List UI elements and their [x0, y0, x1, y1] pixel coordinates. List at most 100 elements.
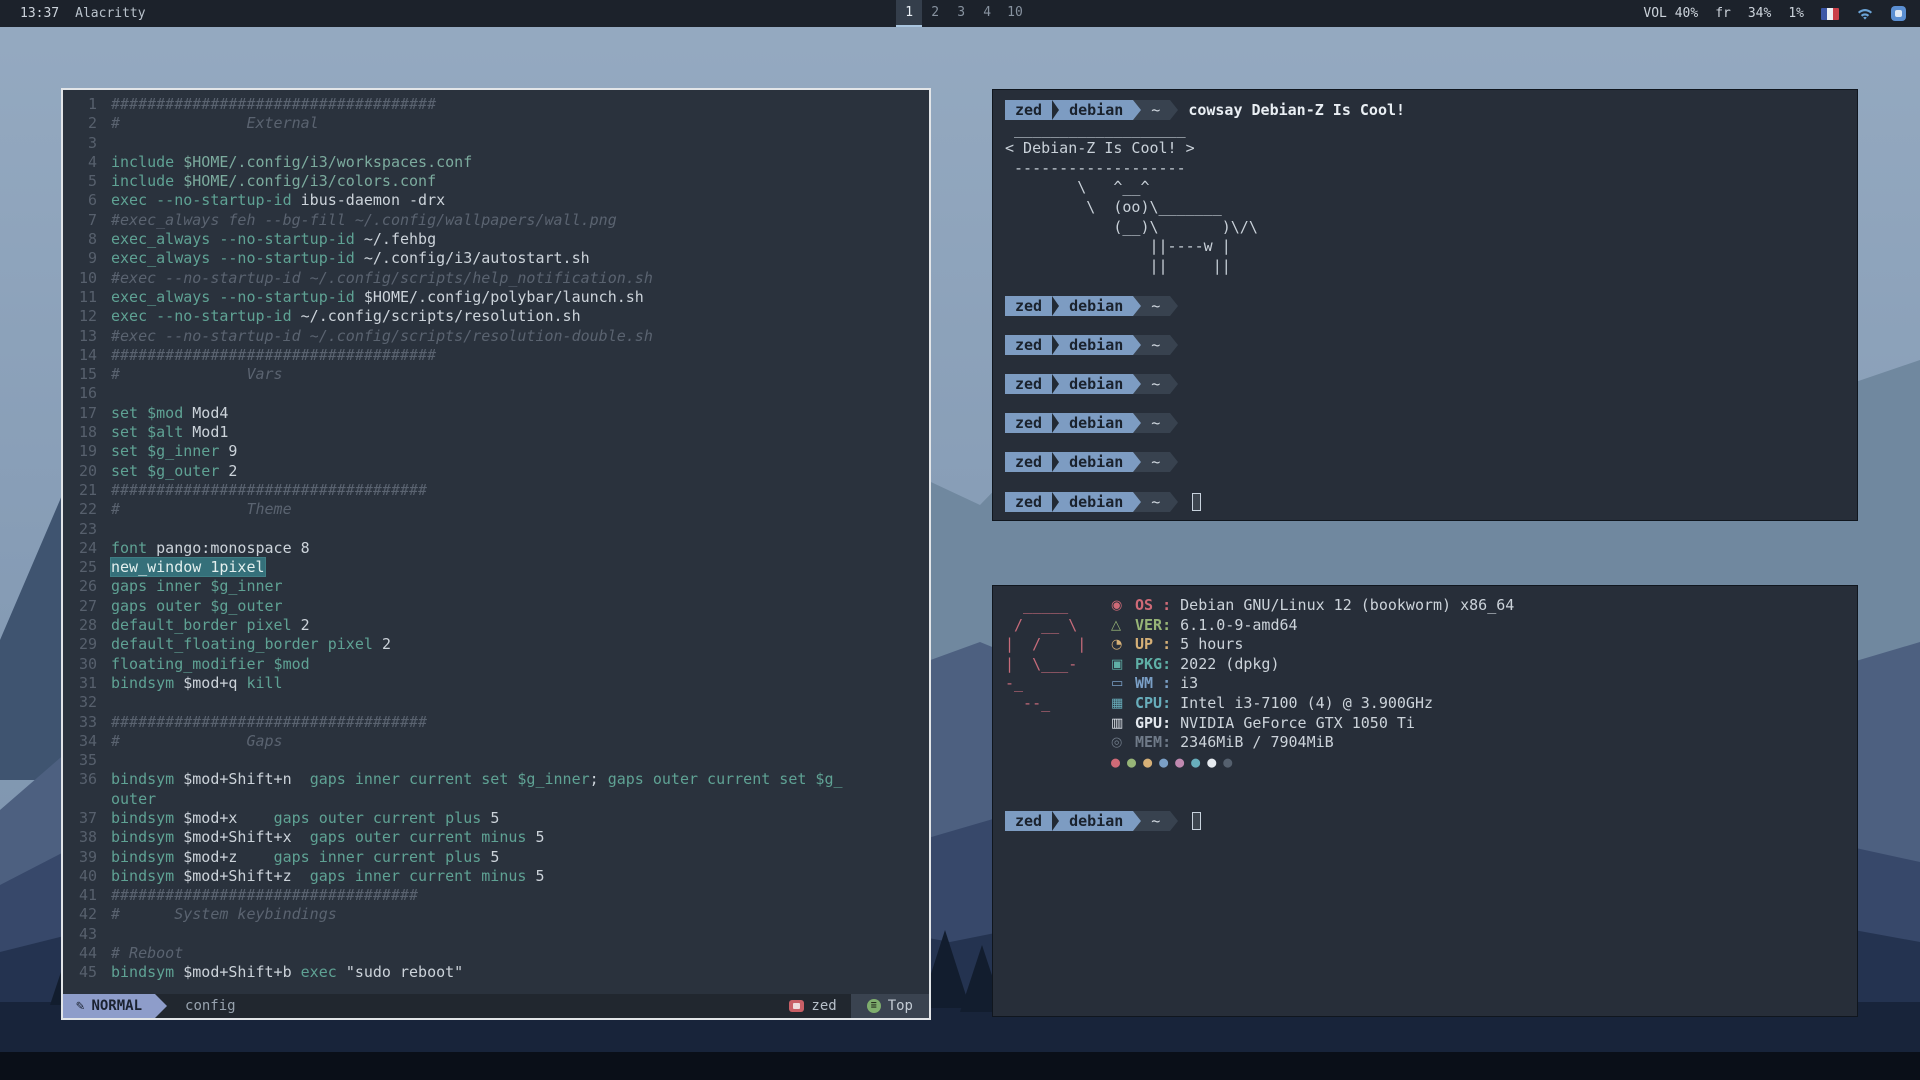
editor-line[interactable]: 27gaps outer $g_outer — [63, 597, 929, 616]
bar-kbd-layout[interactable]: fr — [1715, 6, 1731, 21]
editor-line[interactable]: 6exec --no-startup-id ibus-daemon -drx — [63, 191, 929, 210]
editor-line[interactable]: 22# Theme — [63, 500, 929, 519]
terminal-cowsay-window[interactable]: zeddebian~ cowsay Debian-Z Is Cool! ____… — [992, 89, 1858, 521]
editor-line[interactable]: 25new_window 1pixel — [63, 558, 929, 577]
editor-line[interactable]: 17set $mod Mod4 — [63, 404, 929, 423]
line-number: 1 — [63, 95, 111, 114]
workspace-button-3[interactable]: 3 — [948, 0, 974, 27]
editor-line[interactable]: 1#################################### — [63, 95, 929, 114]
editor-line[interactable]: 12exec --no-startup-id ~/.config/scripts… — [63, 307, 929, 326]
prompt-arrow-icon — [1170, 492, 1178, 512]
shell-prompt: zeddebian~ — [1005, 296, 1178, 316]
fetch-info-row: ◔UP : 5 hours — [1111, 635, 1514, 655]
line-number: 4 — [63, 153, 111, 172]
editor-line[interactable]: outer — [63, 790, 929, 809]
editor-line[interactable]: 36bindsym $mod+Shift+n gaps inner curren… — [63, 770, 929, 789]
line-text: exec_always --no-startup-id ~/.config/i3… — [111, 249, 590, 268]
line-number: 8 — [63, 230, 111, 249]
editor-line[interactable]: 8exec_always --no-startup-id ~/.fehbg — [63, 230, 929, 249]
editor-line[interactable]: 41################################## — [63, 886, 929, 905]
workspace-button-4[interactable]: 4 — [974, 0, 1000, 27]
editor-line[interactable]: 24font pango:monospace 8 — [63, 539, 929, 558]
fetch-info-value: 6.1.0-9-amd64 — [1180, 616, 1297, 636]
line-text: #################################### — [111, 95, 436, 114]
editor-line[interactable]: 31bindsym $mod+q kill — [63, 674, 929, 693]
statusbar-filename: config — [185, 998, 236, 1014]
fetch-prompt-area: zeddebian~ — [1005, 772, 1845, 831]
editor-line[interactable]: 45bindsym $mod+Shift+b exec "sudo reboot… — [63, 963, 929, 982]
fetch-info: ◉OS : Debian GNU/Linux 12 (bookworm) x86… — [1111, 596, 1514, 772]
wifi-icon[interactable] — [1856, 7, 1874, 21]
editor-line[interactable]: 42# System keybindings — [63, 905, 929, 924]
cpu-icon: ▦ — [1111, 694, 1135, 714]
prompt-path: ~ — [1141, 100, 1170, 120]
editor-line[interactable]: 34# Gaps — [63, 732, 929, 751]
prompt-arrow-icon — [1170, 296, 1178, 316]
blank-row — [1005, 276, 1845, 296]
editor-line[interactable]: 35 — [63, 751, 929, 770]
line-text: ################################### — [111, 713, 427, 732]
terminal-fetch-window[interactable]: _____ / __ \ | / | | \___- -_ --_ ◉OS : … — [992, 585, 1858, 1017]
editor-line[interactable]: 5include $HOME/.config/i3/colors.conf — [63, 172, 929, 191]
editor-line[interactable]: 15# Vars — [63, 365, 929, 384]
bar-right-modules: VOL 40% fr 34% 1% — [1030, 6, 1920, 21]
editor-line[interactable]: 11exec_always --no-startup-id $HOME/.con… — [63, 288, 929, 307]
editor-line[interactable]: 7#exec_always feh --bg-fill ~/.config/wa… — [63, 211, 929, 230]
editor-line[interactable]: 30floating_modifier $mod — [63, 655, 929, 674]
line-text: ################################### — [111, 481, 427, 500]
editor-line[interactable]: 39bindsym $mod+z gaps inner current plus… — [63, 848, 929, 867]
tray-icon[interactable] — [1891, 6, 1906, 21]
editor-line[interactable]: 21################################### — [63, 481, 929, 500]
editor-window[interactable]: 1####################################2# … — [61, 88, 931, 1020]
editor-line[interactable]: 40bindsym $mod+Shift+z gaps inner curren… — [63, 867, 929, 886]
prompt-arrow-icon — [1133, 335, 1141, 355]
editor-line[interactable]: 37bindsym $mod+x gaps outer current plus… — [63, 809, 929, 828]
editor-line[interactable]: 33################################### — [63, 713, 929, 732]
editor-line[interactable]: 32 — [63, 693, 929, 712]
prompt-row: zeddebian~ — [1005, 492, 1845, 512]
prompt-path: ~ — [1141, 452, 1170, 472]
prompt-arrow-icon — [1133, 413, 1141, 433]
editor-line[interactable]: 16 — [63, 384, 929, 403]
workspace-button-2[interactable]: 2 — [922, 0, 948, 27]
bar-cpu-stat: 1% — [1788, 6, 1804, 21]
prompt-arrow-icon — [1133, 100, 1141, 120]
workspace-button-1[interactable]: 1 — [896, 0, 922, 27]
editor-line[interactable]: 44# Reboot — [63, 944, 929, 963]
prompt-host: debian — [1059, 100, 1133, 120]
bar-left-modules: 13:37 Alacritty — [0, 6, 896, 21]
blank-row — [1005, 772, 1845, 792]
editor-line[interactable]: 10#exec --no-startup-id ~/.config/script… — [63, 269, 929, 288]
palette-dot: ● — [1223, 753, 1232, 773]
editor-line[interactable]: 20set $g_outer 2 — [63, 462, 929, 481]
prompt-row: zeddebian~ — [1005, 296, 1845, 316]
color-palette: ●●●●●●●● — [1111, 753, 1514, 773]
editor-line[interactable]: 29default_floating_border pixel 2 — [63, 635, 929, 654]
prompt-path: ~ — [1141, 413, 1170, 433]
terminal-cursor — [1192, 812, 1201, 830]
editor-line[interactable]: 9exec_always --no-startup-id ~/.config/i… — [63, 249, 929, 268]
statusbar-right: zed ≡ Top — [789, 994, 929, 1018]
line-number: 9 — [63, 249, 111, 268]
editor-line[interactable]: 2# External — [63, 114, 929, 133]
line-number: 26 — [63, 577, 111, 596]
editor-line[interactable]: 38bindsym $mod+Shift+x gaps outer curren… — [63, 828, 929, 847]
line-number: 24 — [63, 539, 111, 558]
editor-line[interactable]: 3 — [63, 134, 929, 153]
editor-line[interactable]: 26gaps inner $g_inner — [63, 577, 929, 596]
line-text: # System keybindings — [111, 905, 337, 924]
editor-line[interactable]: 18set $alt Mod1 — [63, 423, 929, 442]
editor-line[interactable]: 28default_border pixel 2 — [63, 616, 929, 635]
prompt-arrow-icon — [1133, 374, 1141, 394]
line-text: #exec --no-startup-id ~/.config/scripts/… — [111, 327, 653, 346]
editor-line[interactable]: 4include $HOME/.config/i3/workspaces.con… — [63, 153, 929, 172]
editor-line[interactable]: 43 — [63, 925, 929, 944]
editor-line[interactable]: 19set $g_inner 9 — [63, 442, 929, 461]
prompt-arrow-icon — [1170, 452, 1178, 472]
prompt-separator-icon — [1052, 452, 1059, 472]
editor-line[interactable]: 13#exec --no-startup-id ~/.config/script… — [63, 327, 929, 346]
editor-line[interactable]: 14#################################### — [63, 346, 929, 365]
editor-line[interactable]: 23 — [63, 520, 929, 539]
bar-volume[interactable]: VOL 40% — [1643, 6, 1698, 21]
workspace-button-10[interactable]: 10 — [1000, 0, 1030, 27]
